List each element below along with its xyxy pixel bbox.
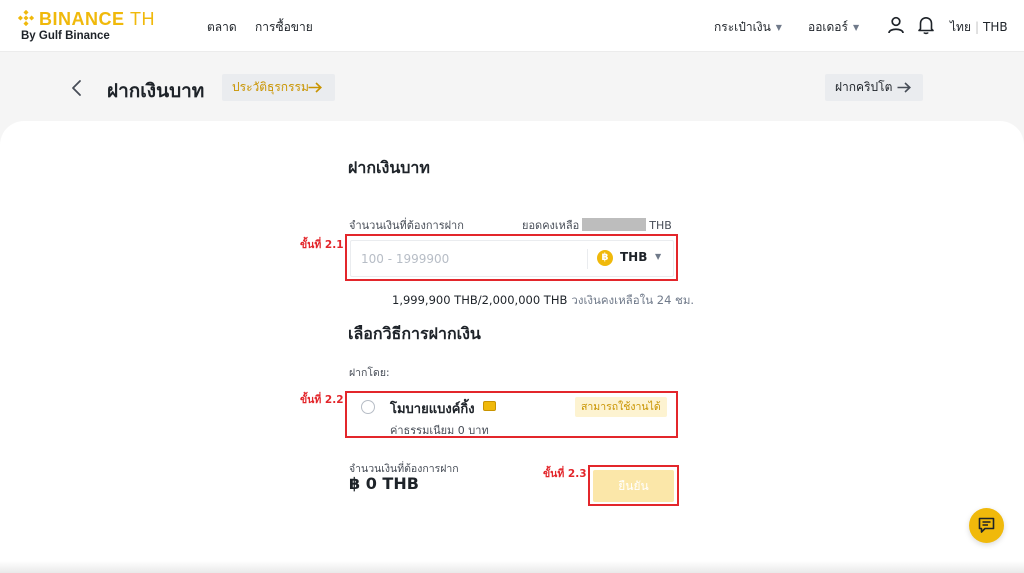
divider: | (974, 20, 980, 34)
balance-currency: THB (649, 219, 672, 232)
page-title: ฝากเงินบาท (107, 80, 205, 102)
chat-icon (978, 517, 995, 533)
binance-logo-icon (18, 10, 34, 26)
nav-orders-label: ออเดอร์ (808, 20, 848, 34)
chevron-down-icon: ▼ (852, 23, 860, 32)
chevron-down-icon: ▼ (775, 23, 782, 32)
currency-label: THB (983, 20, 1008, 34)
arrow-right-icon (308, 82, 322, 93)
annotation-label-step-2-3: ขั้นที่ 2.3 (543, 468, 587, 480)
annotation-box-step-2-1 (345, 234, 678, 281)
amount-label: จำนวนเงินที่ต้องการฝาก (349, 219, 464, 232)
method-section-title: เลือกวิธีการฝากเงิน (348, 324, 481, 343)
nav-wallet-dropdown[interactable]: กระเป๋าเงิน ▼ (714, 18, 782, 37)
brand-name: BINANCE TH (39, 9, 156, 29)
brand-subtitle: By Gulf Binance (21, 30, 110, 42)
transaction-history-button[interactable]: ประวัติธุรกรรม (222, 74, 335, 101)
nav-markets[interactable]: ตลาด (207, 18, 237, 37)
nav-orders-dropdown[interactable]: ออเดอร์ ▼ (808, 18, 859, 37)
binance-th-logo[interactable]: BINANCE TH By Gulf Binance (18, 9, 188, 45)
nav-wallet-label: กระเป๋าเงิน (714, 20, 771, 34)
deposit-section-title: ฝากเงินบาท (348, 158, 430, 177)
deposit-crypto-button[interactable]: ฝากคริปโต (825, 74, 923, 101)
deposit-by-label: ฝากโดย: (349, 367, 390, 379)
balance-label: ยอดคงเหลือ (522, 219, 580, 232)
support-chat-button[interactable] (969, 508, 1004, 543)
annotation-label-step-2-2: ขั้นที่ 2.2 (300, 394, 344, 406)
deposit-card (0, 121, 1024, 573)
user-icon[interactable] (887, 16, 905, 34)
balance-redacted (582, 218, 647, 231)
back-arrow-icon[interactable] (68, 78, 86, 98)
transaction-history-label: ประวัติธุรกรรม (232, 80, 309, 94)
limit-note: วงเงินคงเหลือใน 24 ชม. (571, 293, 695, 307)
daily-limit-text: 1,999,900 THB/2,000,000 THB วงเงินคงเหลือ… (392, 292, 694, 310)
bottom-edge (0, 561, 1024, 573)
deposit-crypto-label: ฝากคริปโต (835, 80, 893, 94)
annotation-label-step-2-1: ขั้นที่ 2.1 (300, 239, 344, 251)
nav-trade[interactable]: การซื้อขาย (255, 18, 313, 37)
balance-display: ยอดคงเหลือ THB (522, 216, 672, 234)
annotation-box-step-2-3 (588, 465, 679, 506)
language-label: ไทย (950, 20, 971, 34)
bell-icon[interactable] (917, 15, 935, 35)
annotation-box-step-2-2 (345, 391, 678, 438)
top-navigation-bar: BINANCE TH By Gulf Binance ตลาด การซื้อข… (0, 0, 1024, 52)
limit-used: 1,999,900 THB/2,000,000 THB (392, 293, 568, 307)
language-currency-selector[interactable]: ไทย | THB (950, 18, 1008, 37)
arrow-right-icon (897, 82, 911, 93)
total-amount-value: ฿ 0 THB (349, 474, 419, 493)
